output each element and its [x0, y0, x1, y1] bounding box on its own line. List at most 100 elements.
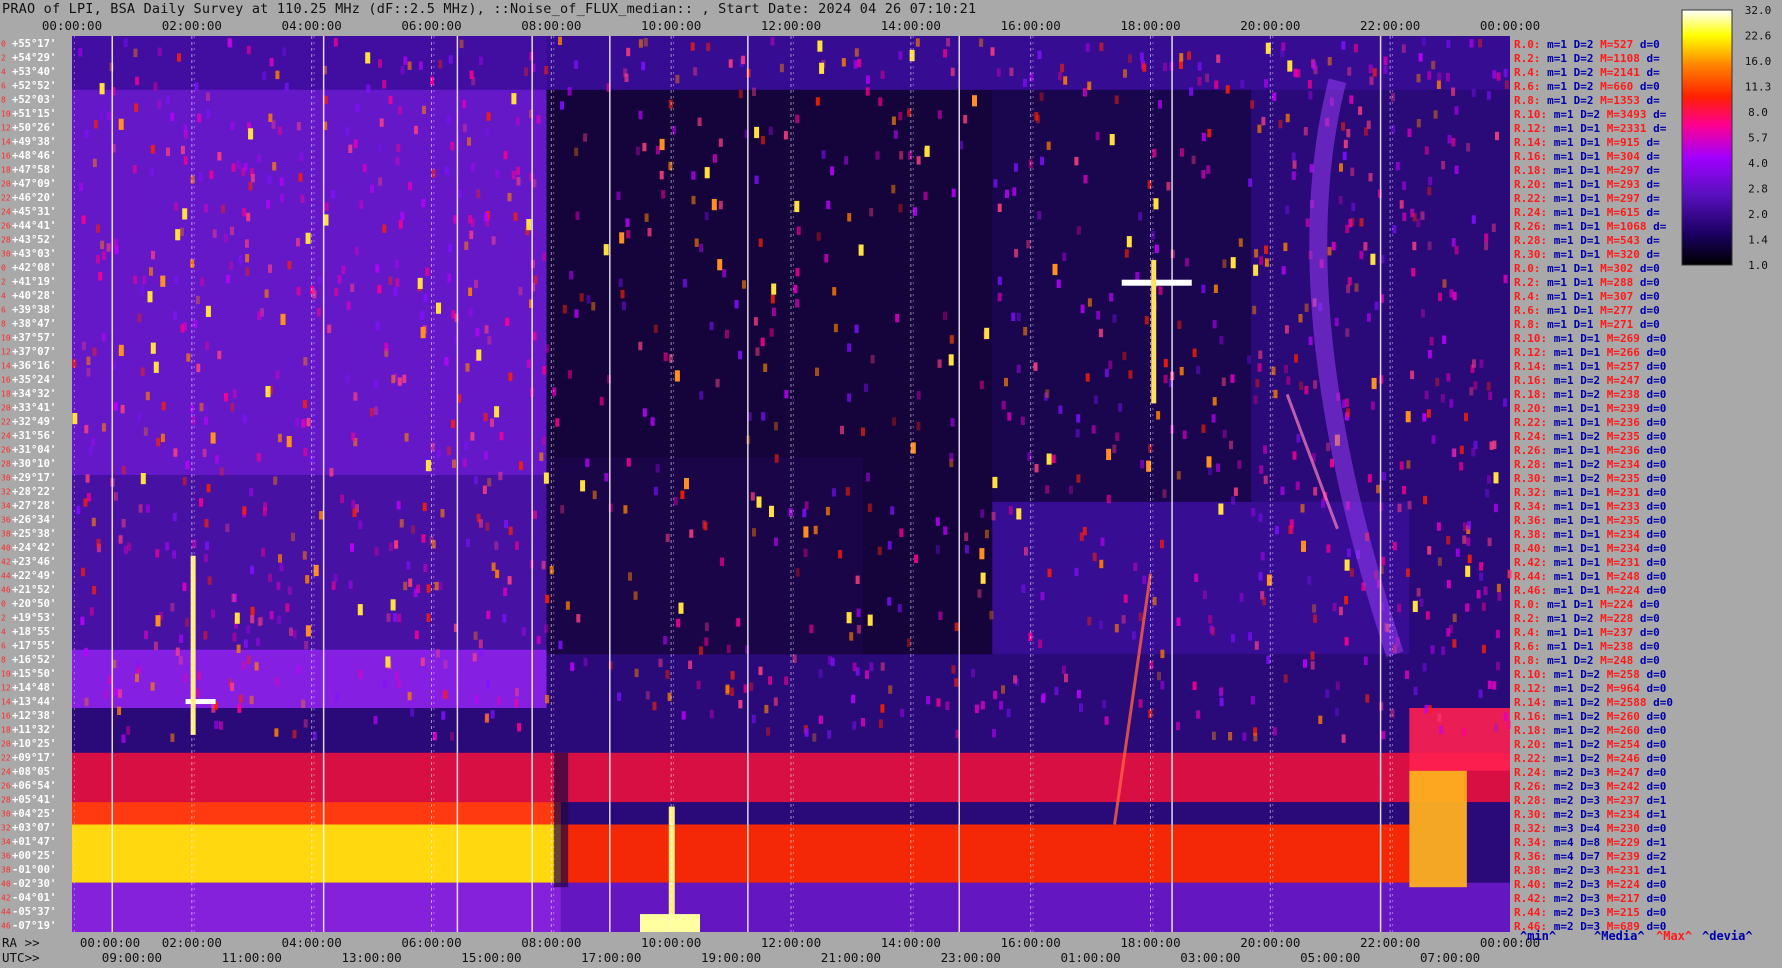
noise-pixel [844, 156, 849, 165]
bright-pixel [153, 361, 159, 373]
row-stat-part: d=0 [1640, 402, 1667, 415]
bright-pixel [286, 436, 292, 448]
noise-pixel [915, 38, 920, 47]
y-tick-row: 42 [1, 894, 11, 903]
noise-pixel [1420, 211, 1425, 220]
noise-pixel [301, 699, 306, 709]
noise-pixel [720, 557, 724, 566]
row-stat-part: M=224 [1600, 878, 1640, 891]
noise-pixel [1021, 584, 1026, 593]
noise-pixel [408, 578, 413, 587]
noise-pixel [688, 660, 693, 669]
noise-pixel [938, 611, 943, 620]
noise-pixel [592, 490, 597, 500]
x-tick-utc: 09:00:00 [102, 950, 162, 965]
noise-pixel [91, 517, 96, 527]
noise-pixel [1483, 586, 1488, 595]
noise-pixel [1196, 710, 1201, 719]
row-stat-part: d=0 [1640, 752, 1667, 765]
noise-pixel [277, 126, 282, 135]
noise-pixel [373, 715, 378, 725]
row-stat-part: m=4 [1547, 836, 1574, 849]
noise-pixel [691, 171, 696, 180]
y-tick-dec: +44°41' [12, 220, 56, 232]
noise-pixel [728, 59, 733, 68]
y-tick-dec: +20°50' [12, 598, 56, 610]
noise-pixel [991, 512, 996, 521]
noise-pixel [1327, 57, 1332, 66]
noise-pixel [126, 726, 131, 735]
noise-pixel [1197, 77, 1202, 86]
noise-pixel [668, 161, 673, 171]
bright-pixel [494, 406, 500, 418]
noise-pixel [285, 603, 290, 612]
y-tick-row: 44 [1, 572, 11, 581]
row-stat-part: d=0 [1640, 780, 1667, 793]
noise-pixel [340, 494, 345, 504]
noise-pixel [1192, 681, 1197, 690]
noise-pixel [1427, 71, 1432, 80]
noise-pixel [1338, 195, 1343, 205]
noise-pixel [1079, 703, 1083, 712]
row-stat: R.8: m=1 D=2 M=1353 d= [1514, 94, 1660, 107]
row-stat-part: M=235 [1600, 430, 1640, 443]
noise-pixel [1104, 368, 1109, 378]
noise-pixel [232, 389, 237, 398]
noise-pixel [1495, 629, 1500, 639]
row-stat-part: d=0 [1633, 262, 1660, 275]
noise-pixel [1343, 139, 1348, 149]
row-stat-part: M=231 [1600, 864, 1640, 877]
noise-pixel [144, 630, 149, 640]
noise-pixel [1163, 358, 1168, 368]
noise-pixel [1503, 398, 1508, 407]
noise-pixel [1278, 119, 1283, 129]
noise-pixel [738, 89, 743, 99]
noise-pixel [468, 308, 473, 317]
noise-pixel [382, 80, 387, 89]
noise-pixel [407, 61, 412, 70]
noise-pixel [673, 496, 678, 506]
noise-pixel [245, 254, 250, 263]
noise-pixel [490, 710, 495, 719]
noise-pixel [446, 115, 451, 124]
x-tick-bottom: 20:00:00 [1240, 935, 1300, 950]
noise-pixel [552, 387, 557, 396]
noise-pixel [1041, 693, 1046, 702]
noise-pixel [1257, 363, 1262, 372]
row-stat: R.0: m=1 D=1 M=224 d=0 [1514, 598, 1660, 611]
noise-pixel [1332, 602, 1337, 612]
row-stat-part: d=0 [1633, 612, 1660, 625]
noise-pixel [1425, 611, 1430, 620]
bright-pixel [265, 386, 271, 398]
row-stat-part: m=1 [1547, 752, 1574, 765]
noise-pixel [1284, 364, 1288, 374]
noise-pixel [1411, 268, 1416, 277]
y-tick-row: 26 [1, 222, 11, 231]
noise-pixel [1472, 359, 1476, 368]
noise-pixel [508, 526, 513, 535]
bright-pixel [511, 93, 517, 105]
noise-pixel [1427, 350, 1432, 359]
noise-pixel [121, 465, 126, 475]
row-stat-part: M=1353 [1594, 94, 1640, 107]
noise-pixel [474, 695, 479, 704]
noise-pixel [1233, 487, 1238, 496]
noise-pixel [421, 198, 426, 208]
noise-pixel [949, 452, 954, 462]
row-stat-part: R.0: [1514, 38, 1541, 51]
row-stat-part: d=0 [1633, 640, 1660, 653]
noise-pixel [1212, 397, 1217, 406]
row-stat-part: d=0 [1640, 556, 1667, 569]
noise-pixel [403, 581, 408, 591]
noise-pixel [652, 701, 657, 711]
y-tick-dec: +36°16' [12, 360, 56, 372]
noise-pixel [541, 436, 546, 446]
noise-pixel [474, 279, 478, 289]
noise-pixel [1313, 487, 1318, 496]
row-stat-part: D=2 [1567, 38, 1594, 51]
row-stat-part: D=1 [1567, 290, 1594, 303]
noise-pixel [697, 117, 702, 126]
noise-pixel [1365, 694, 1370, 703]
noise-pixel [324, 202, 329, 211]
noise-pixel [1494, 723, 1499, 732]
